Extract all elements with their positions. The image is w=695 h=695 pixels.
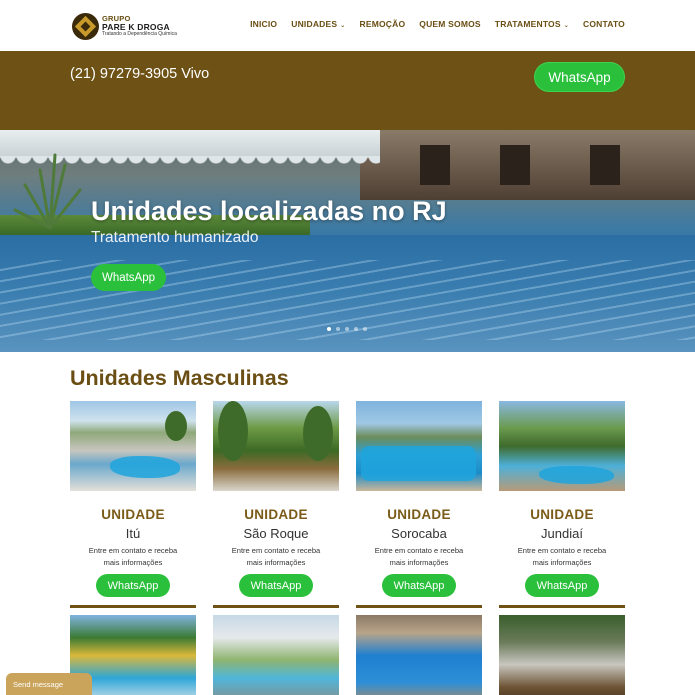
tree-image [165,411,187,441]
unit-card: UNIDADE São Roque Entre em contato e rec… [213,401,339,608]
hero-photo-window [420,145,450,185]
slider-dots [327,327,367,331]
unit-card [213,615,339,695]
card-description: Entre em contato e receba mais informaçõ… [231,546,321,567]
hero-slider: Unidades localizadas no RJ Tratamento hu… [0,130,695,352]
nav-item-quem-somos[interactable]: QUEM SOMOS [419,19,481,29]
unit-card [356,615,482,695]
unit-photo[interactable] [356,615,482,695]
nav-item-tratamentos[interactable]: TRATAMENTOS ⌄ [495,19,569,29]
unit-photo[interactable] [70,401,196,491]
slider-dot[interactable] [327,327,331,331]
hero-photo-building [360,130,695,200]
card-description: Entre em contato e receba mais informaçõ… [88,546,178,567]
card-whatsapp-button[interactable]: WhatsApp [382,574,456,597]
palm-plant-image [13,153,82,230]
card-whatsapp-button[interactable]: WhatsApp [239,574,313,597]
hero-photo-window [590,145,620,185]
hero-subtitle: Tratamento humanizado [91,229,259,246]
logo-emblem-icon [72,12,99,40]
chevron-down-icon: ⌄ [340,23,346,29]
nav-label: UNIDADES [291,19,338,29]
nav-label: QUEM SOMOS [419,19,481,29]
unit-photo[interactable] [499,615,625,695]
card-label: UNIDADE [530,507,594,522]
card-city: Itú [125,526,141,541]
card-divider [213,605,339,608]
card-label: UNIDADE [244,507,308,522]
unit-card [499,615,625,695]
card-description: Entre em contato e receba mais informaçõ… [374,546,464,567]
nav-item-unidades[interactable]: UNIDADES ⌄ [291,19,345,29]
phone-number[interactable]: (21) 97279-3905 Vivo [70,66,209,82]
unit-photo[interactable] [356,401,482,491]
unit-card: UNIDADE Jundiaí Entre em contato e receb… [499,401,625,608]
card-description: Entre em contato e receba mais informaçõ… [517,546,607,567]
logo-text: GRUPO PARE K DROGA Tratando a Dependênci… [102,15,177,37]
site-header: GRUPO PARE K DROGA Tratando a Dependênci… [0,0,695,51]
hero-whatsapp-button[interactable]: WhatsApp [91,264,166,291]
nav-label: CONTATO [582,19,625,29]
card-whatsapp-button[interactable]: WhatsApp [525,574,599,597]
unit-photo[interactable] [213,401,339,491]
logo-line2: PARE K DROGA [102,21,170,32]
contact-bar: (21) 97279-3905 Vivo WhatsApp [0,51,695,130]
section-title: Unidades Masculinas [70,366,289,390]
card-city: São Roque [243,526,309,541]
pool-image [539,466,614,484]
card-divider [356,605,482,608]
hero-title: Unidades localizadas no RJ [91,196,447,226]
unit-photo[interactable] [213,615,339,695]
nav-item-remocao[interactable]: REMOÇÃO [359,19,405,29]
whatsapp-button[interactable]: WhatsApp [534,62,625,92]
logo-tagline: Tratando a Dependência Química [102,31,177,37]
nav-label: TRATAMENTOS [494,19,561,29]
unit-card: UNIDADE Itú Entre em contato e receba ma… [70,401,196,608]
nav-label: REMOÇÃO [359,19,406,29]
card-whatsapp-button[interactable]: WhatsApp [96,574,170,597]
tree-image [218,401,248,461]
card-city: Sorocaba [391,526,447,541]
unit-photo[interactable] [499,401,625,491]
site-logo[interactable]: GRUPO PARE K DROGA Tratando a Dependênci… [72,10,192,42]
chevron-down-icon: ⌄ [563,23,569,29]
pool-image [361,446,476,481]
card-divider [499,605,625,608]
hero-photo-window [500,145,530,185]
card-label: UNIDADE [101,507,165,522]
nav-label: INICIO [250,19,278,29]
card-divider [70,605,196,608]
send-message-widget[interactable]: Send message [6,673,92,695]
main-nav: INICIO UNIDADES ⌄ REMOÇÃO QUEM SOMOS TRAT… [250,19,625,29]
unit-card: UNIDADE Sorocaba Entre em contato e rece… [356,401,482,608]
slider-dot[interactable] [336,327,340,331]
slider-dot[interactable] [345,327,349,331]
pool-image [110,456,180,478]
slider-dot[interactable] [363,327,367,331]
tree-image [303,406,333,461]
slider-dot[interactable] [354,327,358,331]
card-label: UNIDADE [387,507,451,522]
card-city: Jundiaí [541,526,583,541]
nav-item-inicio[interactable]: INICIO [250,19,277,29]
nav-item-contato[interactable]: CONTATO [583,19,625,29]
